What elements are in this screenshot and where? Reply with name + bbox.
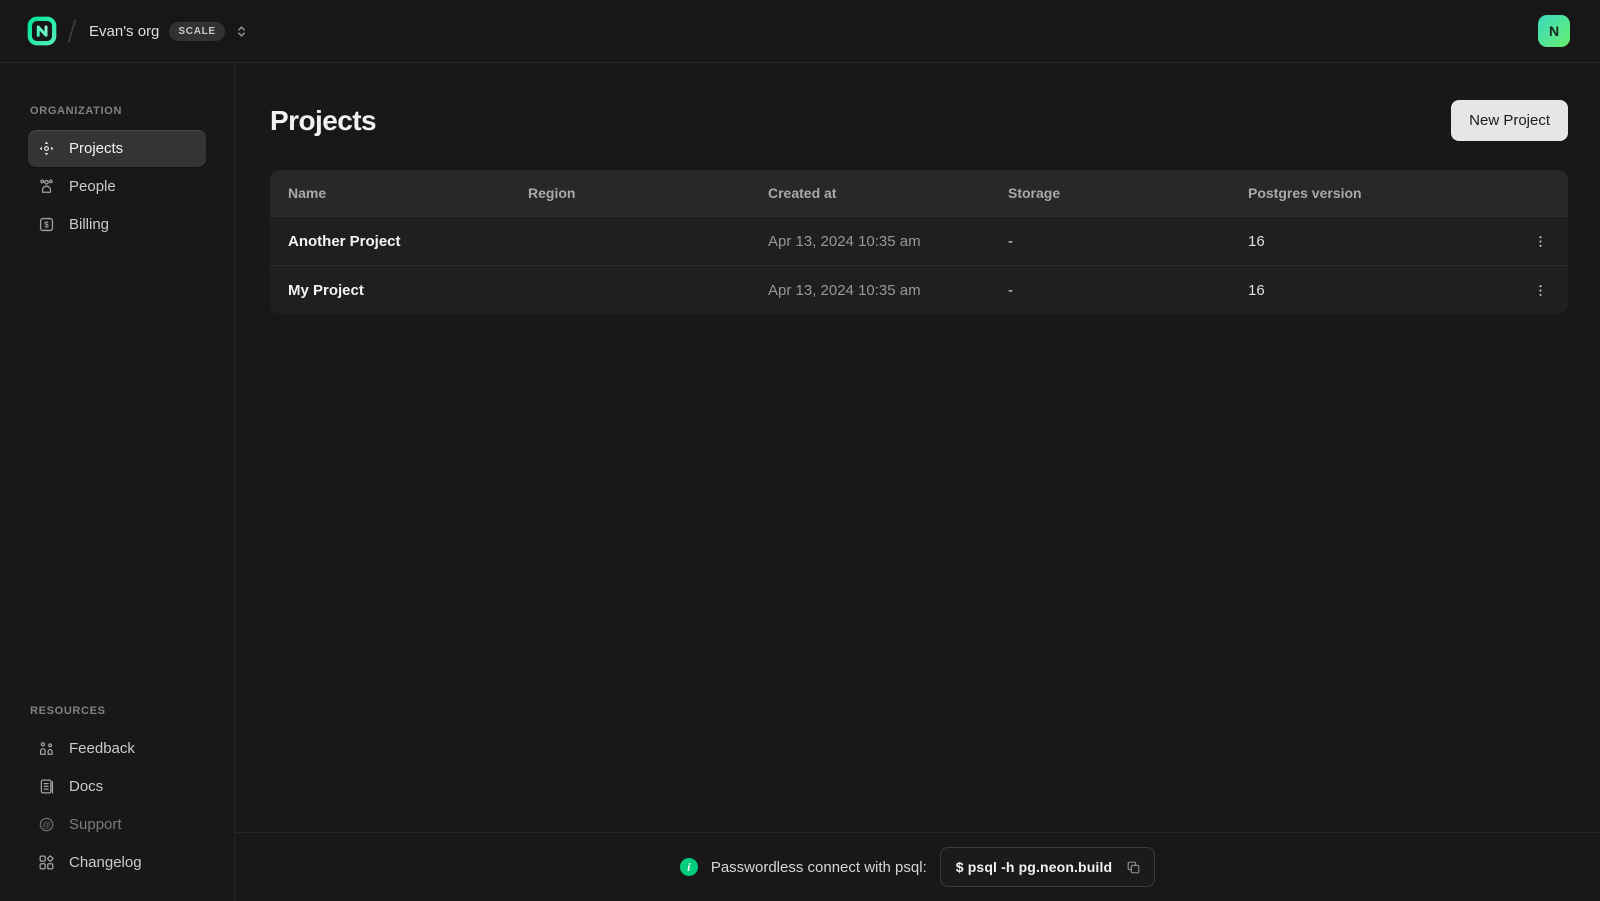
sidebar-item-docs[interactable]: Docs xyxy=(28,768,206,805)
main-area: Projects New Project Name Region Created… xyxy=(235,63,1600,901)
sidebar-item-label: Billing xyxy=(69,216,109,233)
changelog-icon xyxy=(37,853,56,872)
kebab-menu-icon xyxy=(1533,283,1548,298)
project-created-at: Apr 13, 2024 10:35 am xyxy=(750,282,990,299)
sidebar-item-projects[interactable]: Projects xyxy=(28,130,206,167)
neon-logo-icon[interactable] xyxy=(27,16,57,46)
organization-section-label: ORGANIZATION xyxy=(0,105,234,117)
new-project-button[interactable]: New Project xyxy=(1451,100,1568,141)
sidebar-item-label: Support xyxy=(69,816,122,833)
sidebar-item-label: Docs xyxy=(69,778,103,795)
psql-connect-message: Passwordless connect with psql: xyxy=(711,859,927,876)
project-storage: - xyxy=(990,282,1230,299)
psql-command: $ psql -h pg.neon.build xyxy=(956,859,1112,875)
organization-nav: Projects People $ xyxy=(0,130,234,243)
project-postgres-version: 16 xyxy=(1230,233,1512,250)
sidebar-item-people[interactable]: People xyxy=(28,168,206,205)
chevron-up-down-icon[interactable] xyxy=(235,25,248,38)
project-name[interactable]: My Project xyxy=(270,282,510,299)
column-header-storage: Storage xyxy=(990,185,1230,201)
resources-section: RESOURCES Feedback xyxy=(0,705,234,881)
page-title: Projects xyxy=(270,105,376,137)
projects-table: Name Region Created at Storage Postgres … xyxy=(270,170,1568,314)
table-row[interactable]: Another Project Apr 13, 2024 10:35 am - … xyxy=(270,216,1568,265)
project-postgres-version: 16 xyxy=(1230,282,1512,299)
info-icon: i xyxy=(680,858,698,876)
copy-icon xyxy=(1125,859,1142,876)
svg-text:@: @ xyxy=(42,819,50,829)
project-storage: - xyxy=(990,233,1230,250)
row-actions-button[interactable] xyxy=(1527,228,1554,255)
column-header-created-at: Created at xyxy=(750,185,990,201)
docs-icon xyxy=(37,777,56,796)
column-header-region: Region xyxy=(510,185,750,201)
sidebar-item-label: Projects xyxy=(69,140,123,157)
table-row[interactable]: My Project Apr 13, 2024 10:35 am - 16 xyxy=(270,265,1568,314)
sidebar-item-label: Feedback xyxy=(69,740,135,757)
sidebar-item-support[interactable]: @ Support xyxy=(28,806,206,843)
column-header-name: Name xyxy=(270,185,510,201)
project-name[interactable]: Another Project xyxy=(270,233,510,250)
sidebar-item-billing[interactable]: $ Billing xyxy=(28,206,206,243)
table-header-row: Name Region Created at Storage Postgres … xyxy=(270,170,1568,216)
sidebar-item-label: People xyxy=(69,178,116,195)
resources-section-label: RESOURCES xyxy=(0,705,234,717)
billing-icon: $ xyxy=(37,215,56,234)
psql-command-box[interactable]: $ psql -h pg.neon.build xyxy=(940,847,1155,887)
kebab-menu-icon xyxy=(1533,234,1548,249)
psql-connect-banner: i Passwordless connect with psql: $ psql… xyxy=(235,832,1600,901)
sidebar-item-changelog[interactable]: Changelog xyxy=(28,844,206,881)
row-actions-button[interactable] xyxy=(1527,277,1554,304)
svg-text:$: $ xyxy=(44,220,49,229)
column-header-postgres-version: Postgres version xyxy=(1230,185,1512,201)
projects-icon xyxy=(37,139,56,158)
plan-badge: SCALE xyxy=(169,22,224,41)
people-icon xyxy=(37,177,56,196)
resources-nav: Feedback Docs xyxy=(0,730,234,881)
sidebar-item-feedback[interactable]: Feedback xyxy=(28,730,206,767)
user-avatar[interactable]: N xyxy=(1538,15,1570,47)
topbar: Evan's org SCALE N xyxy=(0,0,1600,63)
sidebar-item-label: Changelog xyxy=(69,854,142,871)
feedback-icon xyxy=(37,739,56,758)
project-created-at: Apr 13, 2024 10:35 am xyxy=(750,233,990,250)
sidebar: ORGANIZATION Projects xyxy=(0,63,235,901)
breadcrumb-divider xyxy=(68,19,77,43)
copy-button[interactable] xyxy=(1125,859,1142,876)
org-name[interactable]: Evan's org xyxy=(89,23,159,40)
support-icon: @ xyxy=(37,815,56,834)
